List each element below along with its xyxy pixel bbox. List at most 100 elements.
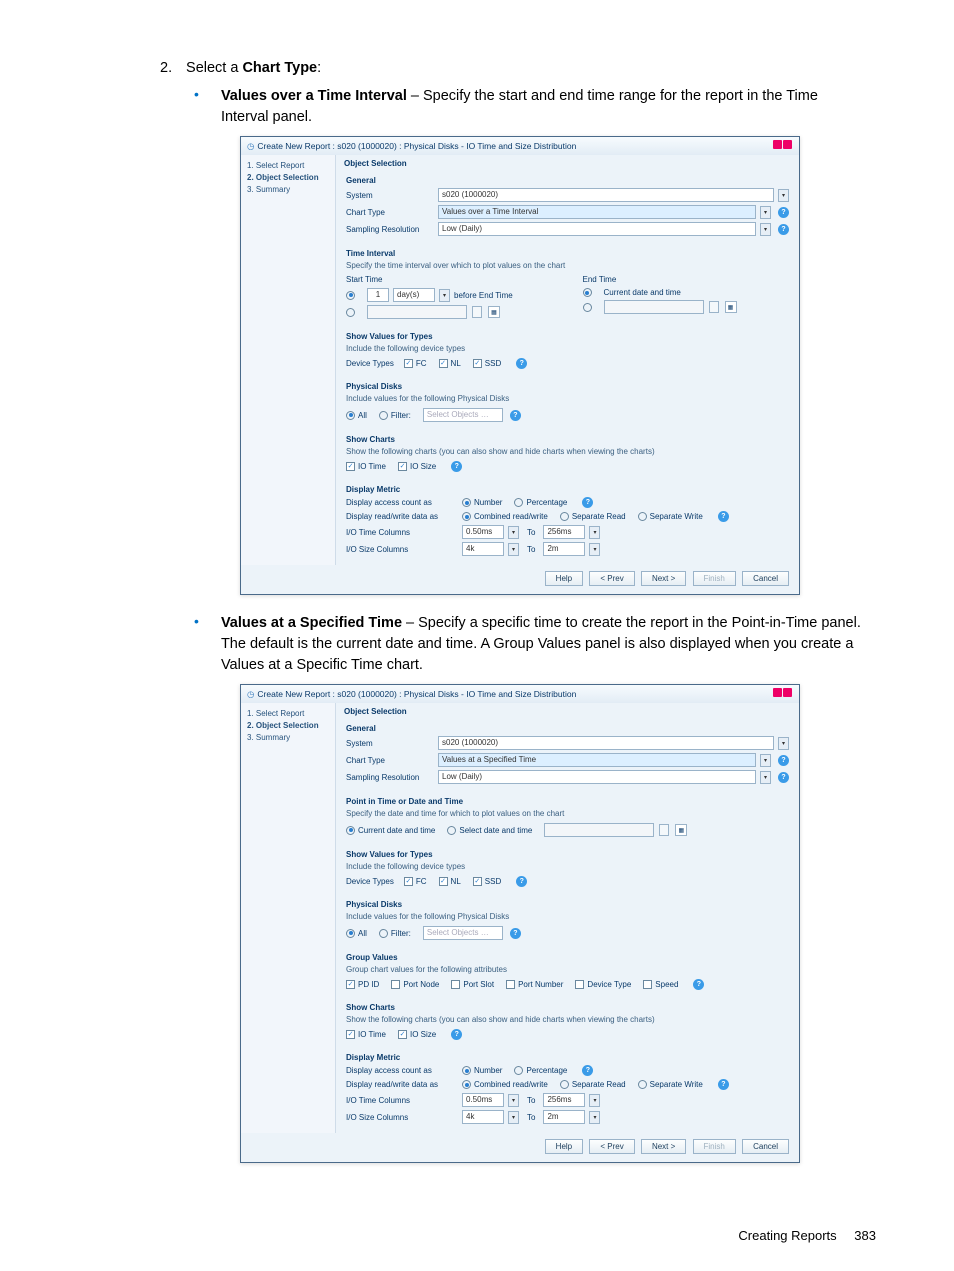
prev-button[interactable]: < Prev <box>589 1139 634 1154</box>
wizard-step-3[interactable]: 3. Summary <box>247 185 329 194</box>
rw-sepwrite-radio[interactable]: Separate Write <box>638 512 703 521</box>
chevron-down-icon[interactable]: ▾ <box>760 223 771 236</box>
system-dropdown[interactable]: s020 (1000020) <box>438 736 774 750</box>
chevron-down-icon[interactable]: ▾ <box>589 1111 600 1124</box>
pit-select-radio[interactable]: Select date and time <box>447 826 532 835</box>
rw-combined-radio[interactable]: Combined read/write <box>462 1080 548 1089</box>
cancel-button[interactable]: Cancel <box>742 571 789 586</box>
help-icon[interactable]: ? <box>718 511 729 522</box>
iotime-from-dropdown[interactable]: 0.50ms <box>462 1093 504 1107</box>
gv-devtype-check[interactable]: Device Type <box>575 980 631 989</box>
spinner-icon[interactable] <box>709 301 719 313</box>
wizard-step-2[interactable]: 2. Object Selection <box>247 173 329 182</box>
help-icon[interactable]: ? <box>718 1079 729 1090</box>
next-button[interactable]: Next > <box>641 571 686 586</box>
help-icon[interactable]: ? <box>451 461 462 472</box>
end-date-radio[interactable] <box>583 303 592 312</box>
chart-type-dropdown[interactable]: Values over a Time Interval <box>438 205 756 219</box>
chart-iotime-check[interactable]: ✓IO Time <box>346 1030 386 1039</box>
chart-iotime-check[interactable]: ✓IO Time <box>346 462 386 471</box>
spinner-icon[interactable] <box>659 824 669 836</box>
pd-all-radio[interactable]: All <box>346 929 367 938</box>
pd-filter-radio[interactable]: Filter: <box>379 929 411 938</box>
chevron-down-icon[interactable]: ▾ <box>508 1111 519 1124</box>
iotime-from-dropdown[interactable]: 0.50ms <box>462 525 504 539</box>
calendar-icon[interactable]: ▦ <box>488 306 500 318</box>
access-percentage-radio[interactable]: Percentage <box>514 1066 567 1075</box>
device-type-ssd-check[interactable]: ✓SSD <box>473 359 501 368</box>
chevron-down-icon[interactable]: ▾ <box>760 206 771 219</box>
help-icon[interactable]: ? <box>778 772 789 783</box>
pd-filter-radio[interactable]: Filter: <box>379 411 411 420</box>
chevron-down-icon[interactable]: ▾ <box>439 289 450 302</box>
help-icon[interactable]: ? <box>516 876 527 887</box>
pit-current-radio[interactable]: Current date and time <box>346 826 435 835</box>
wizard-step-2[interactable]: 2. Object Selection <box>247 721 329 730</box>
access-number-radio[interactable]: Number <box>462 1066 502 1075</box>
wizard-step-1[interactable]: 1. Select Report <box>247 709 329 718</box>
chevron-down-icon[interactable]: ▾ <box>778 737 789 750</box>
help-icon[interactable]: ? <box>778 755 789 766</box>
iotime-to-dropdown[interactable]: 256ms <box>543 525 585 539</box>
chevron-down-icon[interactable]: ▾ <box>508 526 519 539</box>
iosize-from-dropdown[interactable]: 4k <box>462 542 504 556</box>
start-date-radio[interactable] <box>346 308 355 317</box>
iotime-to-dropdown[interactable]: 256ms <box>543 1093 585 1107</box>
help-icon[interactable]: ? <box>778 224 789 235</box>
device-type-ssd-check[interactable]: ✓SSD <box>473 877 501 886</box>
end-current-radio[interactable] <box>583 288 592 297</box>
chevron-down-icon[interactable]: ▾ <box>508 1094 519 1107</box>
chevron-down-icon[interactable]: ▾ <box>760 771 771 784</box>
before-count-input[interactable]: 1 <box>367 288 389 302</box>
pit-date-input[interactable] <box>544 823 654 837</box>
rw-sepwrite-radio[interactable]: Separate Write <box>638 1080 703 1089</box>
help-icon[interactable]: ? <box>778 207 789 218</box>
chevron-down-icon[interactable]: ▾ <box>589 543 600 556</box>
iosize-from-dropdown[interactable]: 4k <box>462 1110 504 1124</box>
pd-filter-button[interactable]: Select Objects … <box>423 408 503 422</box>
device-type-nl-check[interactable]: ✓NL <box>439 359 461 368</box>
end-date-input[interactable] <box>604 300 704 314</box>
calendar-icon[interactable]: ▦ <box>725 301 737 313</box>
chevron-down-icon[interactable]: ▾ <box>778 189 789 202</box>
wizard-step-1[interactable]: 1. Select Report <box>247 161 329 170</box>
access-number-radio[interactable]: Number <box>462 498 502 507</box>
help-icon[interactable]: ? <box>693 979 704 990</box>
help-icon[interactable]: ? <box>582 497 593 508</box>
gv-speed-check[interactable]: Speed <box>643 980 678 989</box>
prev-button[interactable]: < Prev <box>589 571 634 586</box>
chevron-down-icon[interactable]: ▾ <box>589 1094 600 1107</box>
finish-button[interactable]: Finish <box>693 571 736 586</box>
chart-iosize-check[interactable]: ✓IO Size <box>398 1030 436 1039</box>
help-button[interactable]: Help <box>545 571 583 586</box>
spinner-icon[interactable] <box>472 306 482 318</box>
gv-portnum-check[interactable]: Port Number <box>506 980 563 989</box>
iosize-to-dropdown[interactable]: 2m <box>543 542 585 556</box>
help-icon[interactable]: ? <box>516 358 527 369</box>
help-button[interactable]: Help <box>545 1139 583 1154</box>
rw-sepread-radio[interactable]: Separate Read <box>560 1080 626 1089</box>
calendar-icon[interactable]: ▦ <box>675 824 687 836</box>
window-close-icon[interactable] <box>773 688 793 700</box>
gv-portnode-check[interactable]: Port Node <box>391 980 439 989</box>
wizard-step-3[interactable]: 3. Summary <box>247 733 329 742</box>
start-before-radio[interactable] <box>346 291 355 300</box>
cancel-button[interactable]: Cancel <box>742 1139 789 1154</box>
gv-portslot-check[interactable]: Port Slot <box>451 980 494 989</box>
window-close-icon[interactable] <box>773 140 793 152</box>
help-icon[interactable]: ? <box>451 1029 462 1040</box>
rw-sepread-radio[interactable]: Separate Read <box>560 512 626 521</box>
chevron-down-icon[interactable]: ▾ <box>760 754 771 767</box>
gv-pdid-check[interactable]: ✓PD ID <box>346 980 379 989</box>
chart-iosize-check[interactable]: ✓IO Size <box>398 462 436 471</box>
start-date-input[interactable] <box>367 305 467 319</box>
device-type-fc-check[interactable]: ✓FC <box>404 877 427 886</box>
system-dropdown[interactable]: s020 (1000020) <box>438 188 774 202</box>
device-type-fc-check[interactable]: ✓FC <box>404 359 427 368</box>
iosize-to-dropdown[interactable]: 2m <box>543 1110 585 1124</box>
next-button[interactable]: Next > <box>641 1139 686 1154</box>
rw-combined-radio[interactable]: Combined read/write <box>462 512 548 521</box>
pd-all-radio[interactable]: All <box>346 411 367 420</box>
chevron-down-icon[interactable]: ▾ <box>589 526 600 539</box>
finish-button[interactable]: Finish <box>693 1139 736 1154</box>
